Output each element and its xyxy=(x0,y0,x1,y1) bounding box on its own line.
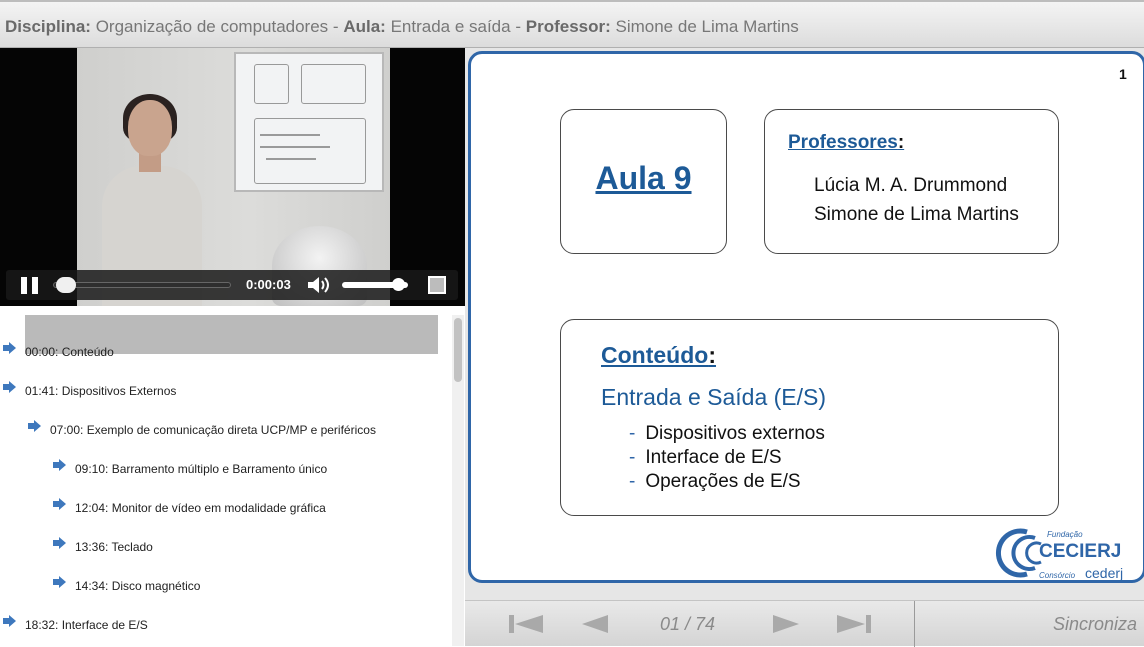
pause-icon[interactable] xyxy=(21,277,39,294)
disciplina-label: Disciplina: xyxy=(5,17,91,36)
cecierj-logo: Fundação CECIERJ Consórcio cederj xyxy=(991,524,1131,582)
page-indicator: 01 / 74 xyxy=(660,614,716,634)
fullscreen-icon[interactable] xyxy=(428,276,446,294)
conteudo-item: - Operações de E/S xyxy=(629,471,801,492)
svg-text:Fundação: Fundação xyxy=(1047,530,1083,539)
chapter-list-scroll-thumb[interactable] xyxy=(454,318,462,382)
volume-handle[interactable] xyxy=(392,278,406,291)
aula-title: Aula 9 xyxy=(595,160,692,196)
video-frame xyxy=(77,48,390,306)
svg-text:cederj: cederj xyxy=(1085,565,1123,581)
svg-text:CECIERJ: CECIERJ xyxy=(1039,541,1121,562)
aula-label: Aula: xyxy=(343,17,386,36)
chapter-item-label: 18:32: Interface de E/S xyxy=(25,618,148,632)
arrow-right-icon xyxy=(3,342,16,354)
conteudo-subtitle: Entrada e Saída (E/S) xyxy=(601,384,827,410)
chapter-item[interactable]: 13:36: Teclado xyxy=(0,510,452,554)
professor-value: Simone de Lima Martins xyxy=(615,17,799,36)
disciplina-value: Organização de computadores xyxy=(95,17,329,36)
arrow-right-icon xyxy=(53,537,66,549)
volume-icon[interactable] xyxy=(306,274,332,301)
prev-page-icon[interactable] xyxy=(580,613,610,635)
professor-label: Professor: xyxy=(525,17,611,36)
next-page-icon[interactable] xyxy=(771,613,801,635)
seek-bar[interactable] xyxy=(53,282,231,288)
chapter-item[interactable]: 14:34: Disco magnético xyxy=(0,549,452,593)
player-controls: 0:00:03 xyxy=(6,270,458,300)
header-separator: - xyxy=(332,17,339,36)
chapter-item[interactable]: 12:04: Monitor de vídeo em modalidade gr… xyxy=(0,471,452,515)
chapter-item[interactable]: 00:00: Conteúdo xyxy=(0,315,452,359)
arrow-right-icon xyxy=(3,615,16,627)
slide-page-number: 1 xyxy=(1119,66,1127,82)
chapter-item[interactable]: 07:00: Exemplo de comunicação direta UCP… xyxy=(0,393,452,437)
conteudo-item: - Dispositivos externos xyxy=(629,423,825,444)
chapter-list: 00:00: Conteúdo 01:41: Dispositivos Exter… xyxy=(0,315,465,646)
professor-name: Simone de Lima Martins xyxy=(814,204,1019,225)
chapter-item[interactable]: 18:32: Interface de E/S xyxy=(0,588,452,632)
professor-name: Lúcia M. A. Drummond xyxy=(814,175,1008,196)
arrow-right-icon xyxy=(53,576,66,588)
time-display: 0:00:03 xyxy=(246,277,291,292)
slide-navigation-bar: 01 / 74 Sincroniza xyxy=(465,600,1144,647)
arrow-right-icon xyxy=(3,381,16,393)
chapter-item[interactable]: 01:41: Dispositivos Externos xyxy=(0,354,452,398)
professores-title: Professores: xyxy=(788,132,905,153)
whiteboard-slide-image xyxy=(234,52,384,192)
chapter-item[interactable]: 09:10: Barramento múltiplo e Barramento … xyxy=(0,432,452,476)
arrow-right-icon xyxy=(53,498,66,510)
video-player[interactable]: 0:00:03 xyxy=(0,48,465,306)
professores-box: Professores: Lúcia M. A. Drummond Simone… xyxy=(764,109,1059,254)
aula-value: Entrada e saída xyxy=(390,17,511,36)
last-page-icon[interactable] xyxy=(835,613,873,635)
slide: 1 Aula 9 Professores: Lúcia M. A. Drummo… xyxy=(468,51,1144,583)
aula-box: Aula 9 xyxy=(560,109,727,254)
arrow-right-icon xyxy=(53,459,66,471)
seek-handle[interactable] xyxy=(56,277,77,293)
first-page-icon[interactable] xyxy=(507,613,545,635)
conteudo-item: - Interface de E/S xyxy=(629,447,782,468)
course-header: Disciplina: Organização de computadores … xyxy=(0,0,1144,48)
nav-divider xyxy=(914,601,915,647)
arrow-right-icon xyxy=(28,420,41,432)
header-separator: - xyxy=(515,17,521,36)
svg-text:Consórcio: Consórcio xyxy=(1039,571,1076,580)
sync-button[interactable]: Sincroniza xyxy=(1053,614,1137,635)
conteudo-title: Conteúdo: xyxy=(601,342,716,368)
conteudo-box: Conteúdo: Entrada e Saída (E/S) - Disposi… xyxy=(560,319,1059,516)
slide-area: 1 Aula 9 Professores: Lúcia M. A. Drummo… xyxy=(465,48,1144,600)
